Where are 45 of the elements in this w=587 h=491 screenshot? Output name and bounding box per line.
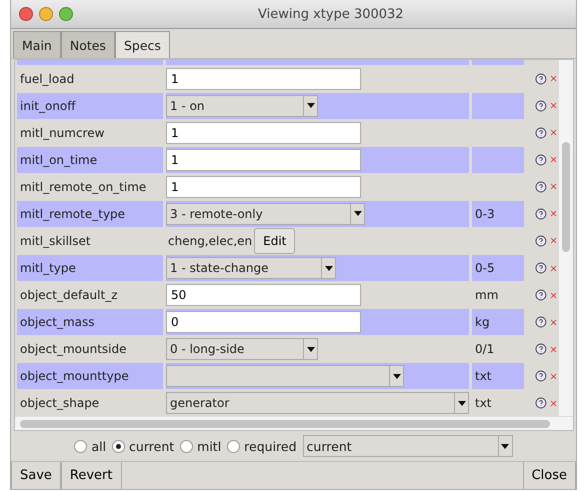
edit-button[interactable]: Edit <box>254 228 296 254</box>
unit-label: 0-3 <box>472 200 524 227</box>
field-label: object_mountside <box>19 341 128 358</box>
field-label: fuel_load <box>19 70 76 88</box>
value-field[interactable]: 0 <box>166 311 361 334</box>
field-label: init_onoff <box>17 92 163 119</box>
footer-button[interactable]: Save <box>11 462 61 489</box>
field-label: object_mounttype <box>17 363 163 390</box>
filter-radio[interactable]: mitl <box>180 438 222 454</box>
filter-radio[interactable]: current <box>112 438 174 454</box>
value-dropdown[interactable]: 1 - on <box>166 94 318 117</box>
value-dropdown[interactable]: generator <box>166 392 469 414</box>
field-label: object_shape <box>19 395 100 412</box>
unit-label: txt <box>472 363 524 390</box>
value-field[interactable]: 1 <box>166 68 361 90</box>
field-label: mitl_skillset <box>19 232 92 250</box>
unit-label: txt <box>474 395 493 412</box>
unit-label: 0-5 <box>472 255 524 282</box>
unit-label: mm <box>474 287 500 304</box>
value-dropdown[interactable]: 0 - long-side <box>166 338 318 360</box>
value-text: cheng,elec,en <box>167 234 252 248</box>
value-dropdown[interactable]: 3 - remote-only <box>166 202 365 225</box>
field-label: mitl_numcrew <box>19 124 106 142</box>
window-title: Viewing xtype 300032 <box>258 6 404 22</box>
field-label: mitl_remote_on_time <box>19 178 148 196</box>
field-label: mitl_remote_type <box>17 200 163 227</box>
unit-label: 0/1 <box>474 341 496 358</box>
unit-label: kg <box>472 309 524 336</box>
tab[interactable]: Specs <box>114 31 170 58</box>
field-label: object_default_z <box>19 287 118 304</box>
value-dropdown[interactable]: 1 - state-change <box>166 257 336 279</box>
filter-dropdown[interactable]: current <box>302 435 513 457</box>
field-label: mitl_type <box>17 255 163 282</box>
value-field[interactable]: 1 <box>166 122 361 144</box>
value-field[interactable]: 1 <box>166 176 361 198</box>
tab[interactable]: Notes <box>60 31 115 58</box>
field-label: object_mass <box>17 309 163 336</box>
field-label: mitl_on_time <box>17 146 163 173</box>
tab[interactable]: Main <box>13 31 61 58</box>
value-field[interactable]: 50 <box>166 284 361 306</box>
value-field[interactable]: 1 <box>166 148 361 171</box>
footer-button[interactable]: Revert <box>60 462 122 489</box>
filter-radio[interactable]: required <box>227 438 297 454</box>
filter-radio[interactable]: all <box>74 438 106 454</box>
close-button[interactable]: Close <box>522 462 576 489</box>
